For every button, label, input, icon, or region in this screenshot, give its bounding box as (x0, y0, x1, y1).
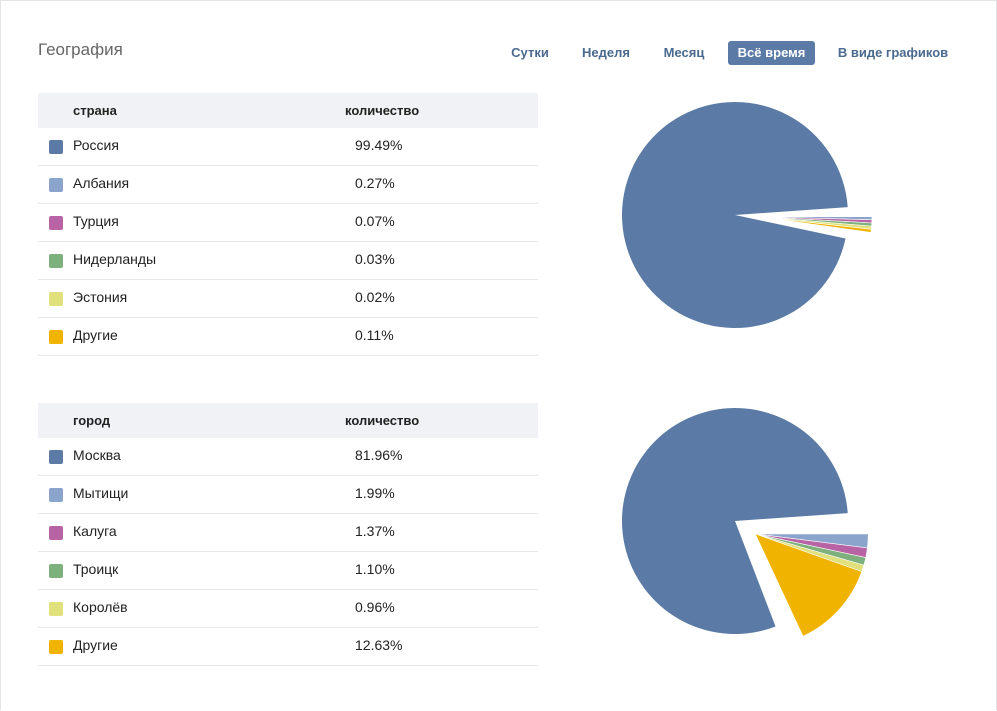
country-label: Эстония (73, 289, 128, 305)
tab-day[interactable]: Сутки (504, 41, 556, 65)
city-value: 81.96% (355, 447, 403, 463)
city-value: 1.10% (355, 561, 395, 577)
table-row: Эстония 0.02% (38, 280, 538, 318)
country-value: 0.11% (355, 327, 394, 343)
legend-swatch (49, 178, 63, 192)
table-row: Другие 12.63% (38, 628, 538, 666)
table-row: Москва 81.96% (38, 438, 538, 476)
table-row: Мытищи 1.99% (38, 476, 538, 514)
pie-slice-Россия (621, 102, 848, 329)
period-tabs: Сутки Неделя Месяц Всё время В виде граф… (0, 41, 997, 65)
tab-week[interactable]: Неделя (576, 41, 636, 65)
city-label: Королёв (73, 599, 128, 615)
city-value: 12.63% (355, 637, 403, 653)
legend-swatch (49, 140, 63, 154)
cities-table-header: город количество (38, 403, 538, 438)
city-value: 0.96% (355, 599, 395, 615)
country-value: 0.03% (355, 251, 395, 267)
cities-table: город количество Москва 81.96% Мытищи 1.99… (38, 403, 538, 666)
legend-swatch (49, 330, 63, 344)
country-label: Нидерланды (73, 251, 157, 267)
table-row: Троицк 1.10% (38, 552, 538, 590)
city-pie-chart (621, 408, 869, 637)
tab-all-time[interactable]: Всё время (728, 41, 815, 65)
legend-swatch (49, 488, 63, 502)
tab-as-charts[interactable]: В виде графиков (834, 41, 952, 65)
city-value: 1.99% (355, 485, 395, 501)
table-row: Королёв 0.96% (38, 590, 538, 628)
country-value: 0.27% (355, 175, 395, 191)
country-value: 0.02% (355, 289, 395, 305)
legend-swatch (49, 254, 63, 268)
city-label: Троицк (73, 561, 119, 577)
city-label: Другие (73, 637, 118, 653)
legend-swatch (49, 640, 63, 654)
city-count-column-header: количество (345, 413, 420, 428)
legend-swatch (49, 602, 63, 616)
country-label: Турция (73, 213, 119, 229)
tab-month[interactable]: Месяц (656, 41, 712, 65)
city-label: Москва (73, 447, 121, 463)
country-column-header: страна (73, 103, 117, 118)
legend-swatch (49, 564, 63, 578)
country-label: Другие (73, 327, 118, 343)
legend-swatch (49, 526, 63, 540)
city-value: 1.37% (355, 523, 395, 539)
table-row: Нидерланды 0.03% (38, 242, 538, 280)
city-label: Калуга (73, 523, 117, 539)
city-label: Мытищи (73, 485, 129, 501)
country-value: 0.07% (355, 213, 395, 229)
country-count-column-header: количество (345, 103, 420, 118)
legend-swatch (49, 216, 63, 230)
countries-table: страна количество Россия 99.49% Албания 0.… (38, 93, 538, 356)
legend-swatch (49, 292, 63, 306)
city-column-header: город (73, 413, 111, 428)
country-pie-chart (621, 102, 873, 329)
table-row: Турция 0.07% (38, 204, 538, 242)
countries-table-header: страна количество (38, 93, 538, 128)
country-label: Албания (73, 175, 130, 191)
country-value: 99.49% (355, 137, 403, 153)
country-label: Россия (73, 137, 119, 153)
legend-swatch (49, 450, 63, 464)
table-row: Другие 0.11% (38, 318, 538, 356)
table-row: Албания 0.27% (38, 166, 538, 204)
table-row: Россия 99.49% (38, 128, 538, 166)
table-row: Калуга 1.37% (38, 514, 538, 552)
